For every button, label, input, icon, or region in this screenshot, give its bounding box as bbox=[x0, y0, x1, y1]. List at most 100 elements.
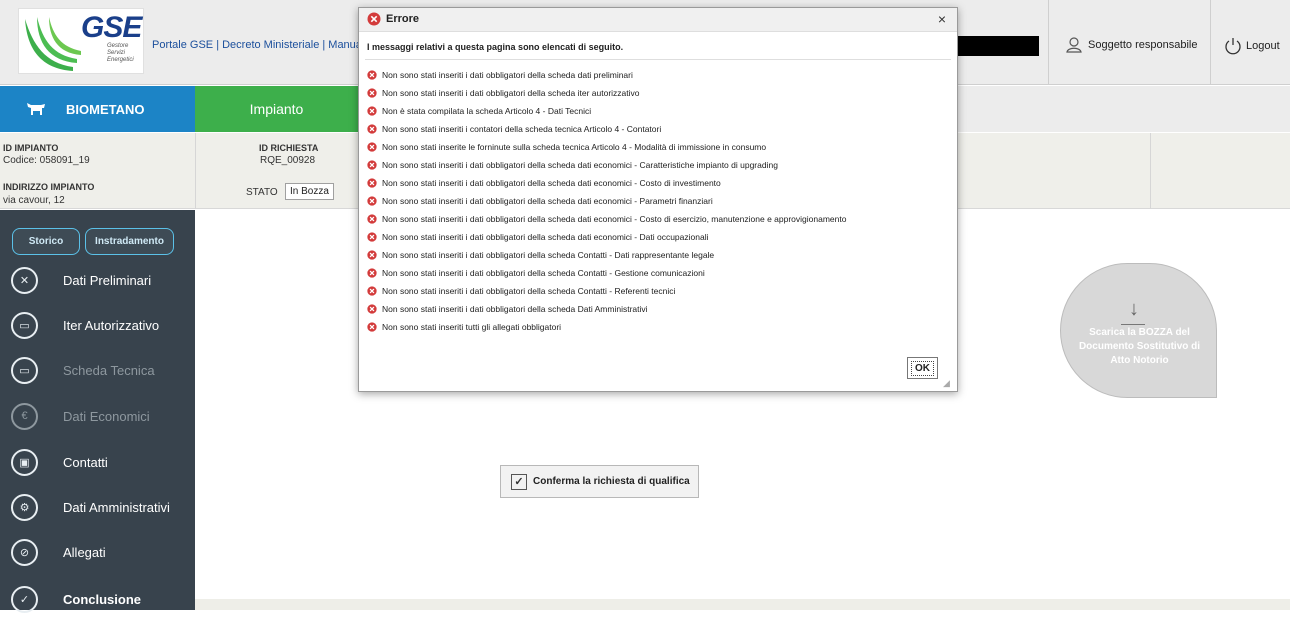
top-links[interactable]: Portale GSE | Decreto Ministeriale | Man… bbox=[152, 39, 358, 51]
error-message-text: Non sono stati inseriti i dati obbligato… bbox=[382, 286, 676, 296]
storico-button[interactable]: Storico bbox=[12, 228, 80, 255]
paperclip-icon: ⊘ bbox=[11, 538, 38, 566]
error-message: Non sono stati inseriti i dati obbligato… bbox=[367, 174, 955, 192]
sidebar-item-dati-economici[interactable]: € Dati Economici bbox=[0, 396, 195, 436]
confirm-request-button[interactable]: ✓ Conferma la richiesta di qualifica bbox=[500, 465, 699, 498]
dialog-intro: I messaggi relativi a questa pagina sono… bbox=[367, 42, 624, 52]
user-label: Soggetto responsabile bbox=[1088, 39, 1198, 51]
header-divider bbox=[1048, 0, 1049, 85]
error-message-text: Non sono stati inseriti i dati obbligato… bbox=[382, 304, 648, 314]
confirm-request-label: Conferma la richiesta di qualifica bbox=[533, 476, 690, 487]
error-icon bbox=[367, 12, 381, 26]
error-message-text: Non sono stati inseriti i dati obbligato… bbox=[382, 196, 713, 206]
sidebar-item-iter-autorizzativo[interactable]: ▭ Iter Autorizzativo bbox=[0, 305, 195, 345]
error-icon bbox=[367, 304, 377, 314]
tab-impianto[interactable]: Impianto bbox=[195, 86, 358, 132]
error-icon bbox=[367, 106, 377, 116]
error-icon bbox=[367, 70, 377, 80]
error-icon bbox=[367, 232, 377, 242]
user-button[interactable]: Soggetto responsabile bbox=[1066, 37, 1197, 53]
sidebar-item-scheda-tecnica[interactable]: ▭ Scheda Tecnica bbox=[0, 350, 195, 390]
error-message: Non sono stati inseriti i dati obbligato… bbox=[367, 228, 955, 246]
logo-text: GSE bbox=[81, 11, 142, 44]
error-message: Non sono stati inseriti tutti gli allega… bbox=[367, 318, 955, 336]
error-message: Non sono stati inserite le forninute sul… bbox=[367, 138, 955, 156]
sidebar-item-label: Scheda Tecnica bbox=[63, 362, 155, 378]
id-impianto-label: ID IMPIANTO bbox=[3, 143, 59, 153]
error-message-text: Non sono stati inseriti i contatori dell… bbox=[382, 124, 662, 134]
error-icon bbox=[367, 322, 377, 332]
tab-biometano-label: BIOMETANO bbox=[66, 101, 145, 117]
codice-value: Codice: 058091_19 bbox=[3, 155, 90, 166]
download-arrow-icon: ↓ bbox=[1129, 298, 1139, 320]
cow-icon bbox=[27, 103, 45, 115]
logout-button[interactable]: Logout bbox=[1224, 37, 1280, 55]
sidebar-item-label: Dati Amministrativi bbox=[63, 499, 170, 515]
error-icon bbox=[367, 214, 377, 224]
error-message-text: Non è stata compilata la scheda Articolo… bbox=[382, 106, 592, 116]
error-message: Non sono stati inseriti i contatori dell… bbox=[367, 120, 955, 138]
instradamento-button[interactable]: Instradamento bbox=[85, 228, 174, 255]
sidebar-item-label: Conclusione bbox=[63, 591, 142, 607]
error-message-text: Non sono stati inseriti i dati obbligato… bbox=[382, 214, 847, 224]
id-richiesta-label: ID RICHIESTA bbox=[259, 143, 319, 153]
sidebar-item-allegati[interactable]: ⊘ Allegati bbox=[0, 532, 195, 572]
error-message: Non sono stati inseriti i dati obbligato… bbox=[367, 300, 955, 318]
logo-swoosh-icon bbox=[25, 17, 81, 71]
id-richiesta-value: RQE_00928 bbox=[260, 155, 316, 166]
error-icon bbox=[367, 268, 377, 278]
dialog-title: Errore bbox=[386, 13, 420, 25]
error-dialog: Errore × I messaggi relativi a questa pa… bbox=[358, 7, 958, 392]
sidebar-item-contatti[interactable]: ▣ Contatti bbox=[0, 442, 195, 482]
wallet-icon: ▭ bbox=[11, 356, 38, 384]
resize-grip-icon[interactable]: ◢ bbox=[943, 378, 950, 389]
gse-logo[interactable]: GSE Gestore Servizi Energetici bbox=[18, 8, 144, 74]
tab-biometano[interactable]: BIOMETANO bbox=[0, 86, 195, 132]
user-icon bbox=[1066, 37, 1082, 53]
sidebar-item-label: Dati Economici bbox=[63, 408, 150, 424]
sidebar-item-label: Dati Preliminari bbox=[63, 272, 152, 288]
contacts-icon: ▣ bbox=[11, 448, 38, 476]
logo-subtitle: Gestore Servizi Energetici bbox=[107, 43, 134, 63]
error-icon bbox=[367, 250, 377, 260]
footer-strip bbox=[195, 599, 1290, 610]
error-message: Non sono stati inseriti i dati obbligato… bbox=[367, 264, 955, 282]
error-message-text: Non sono stati inseriti i dati obbligato… bbox=[382, 178, 721, 188]
close-icon[interactable]: × bbox=[935, 11, 949, 27]
error-message: Non sono stati inseriti i dati obbligato… bbox=[367, 246, 955, 264]
error-message: Non sono stati inseriti i dati obbligato… bbox=[367, 156, 955, 174]
error-message-text: Non sono stati inseriti i dati obbligato… bbox=[382, 88, 640, 98]
power-icon bbox=[1225, 38, 1241, 55]
tab-impianto-label: Impianto bbox=[249, 101, 304, 117]
header-divider bbox=[1210, 0, 1211, 85]
stato-label: STATO bbox=[246, 187, 278, 198]
error-message: Non sono stati inseriti i dati obbligato… bbox=[367, 282, 955, 300]
sidebar-item-dati-amministrativi[interactable]: ⚙ Dati Amministrativi bbox=[0, 487, 195, 527]
stato-badge: In Bozza bbox=[285, 183, 334, 200]
error-message: Non sono stati inseriti i dati obbligato… bbox=[367, 84, 955, 102]
ok-label: OK bbox=[911, 360, 934, 376]
sidebar-item-dati-preliminari[interactable]: ✕ Dati Preliminari bbox=[0, 260, 195, 300]
download-draft-button[interactable]: ↓ Scarica la BOZZA del Documento Sostitu… bbox=[1060, 263, 1217, 398]
ok-button[interactable]: OK bbox=[907, 357, 938, 379]
error-icon bbox=[367, 286, 377, 296]
error-message-text: Non sono stati inseriti i dati obbligato… bbox=[382, 250, 715, 260]
calendar-icon: ▭ bbox=[11, 311, 38, 339]
redacted-box bbox=[955, 36, 1039, 56]
gear-icon: ⚙ bbox=[11, 493, 38, 521]
error-icon bbox=[367, 142, 377, 152]
sidebar-item-conclusione[interactable]: ✓ Conclusione bbox=[0, 579, 195, 619]
error-list: Non sono stati inseriti i dati obbligato… bbox=[367, 66, 955, 336]
dialog-titlebar[interactable]: Errore × bbox=[359, 8, 957, 32]
euro-icon: € bbox=[11, 402, 38, 430]
indirizzo-label: INDIRIZZO IMPIANTO bbox=[3, 182, 95, 192]
sidebar: Storico Instradamento ✕ Dati Preliminari… bbox=[0, 210, 195, 613]
error-icon bbox=[367, 124, 377, 134]
error-icon bbox=[367, 160, 377, 170]
error-message-text: Non sono stati inserite le forninute sul… bbox=[382, 142, 767, 152]
x-icon: ✕ bbox=[11, 266, 38, 294]
dialog-divider bbox=[365, 59, 951, 60]
sidebar-item-label: Allegati bbox=[63, 544, 106, 560]
error-message: Non sono stati inseriti i dati obbligato… bbox=[367, 210, 955, 228]
error-icon bbox=[367, 196, 377, 206]
